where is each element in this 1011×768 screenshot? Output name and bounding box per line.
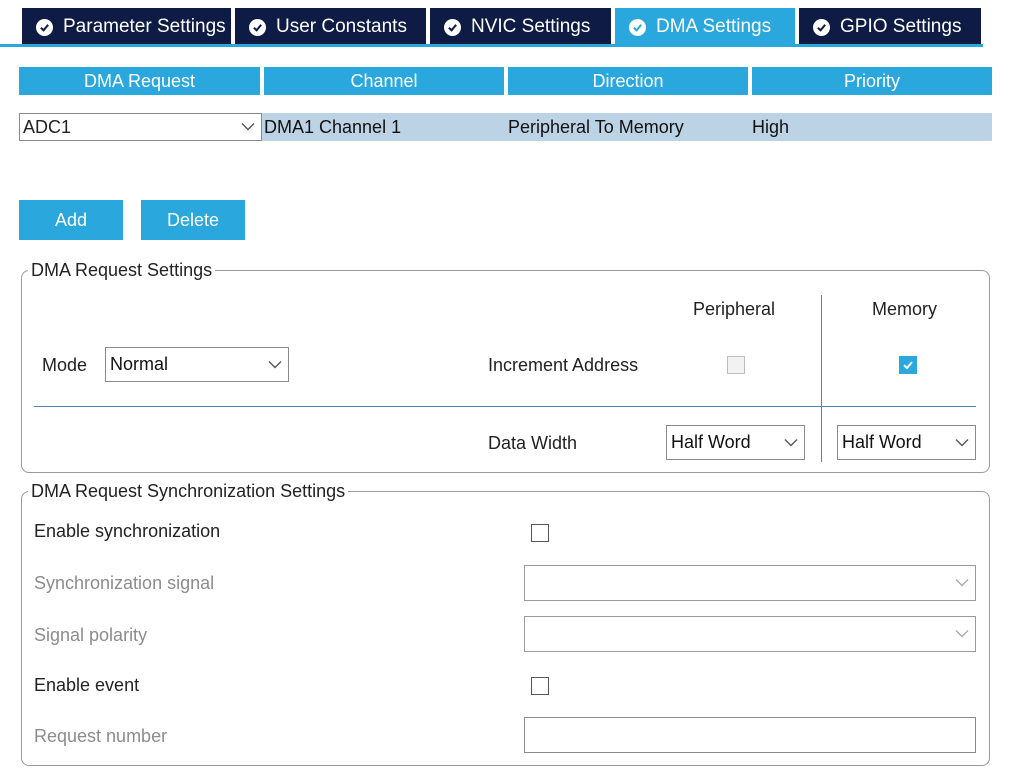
memory-data-width-dropdown[interactable]: Half Word [837,425,976,460]
check-circle-icon [444,18,461,36]
chevron-down-icon [955,579,969,587]
check-circle-icon [249,18,266,36]
memory-header: Memory [872,299,938,319]
enable-sync-checkbox[interactable] [531,524,549,542]
dma-request-settings-legend: DMA Request Settings [28,260,216,281]
tab-nvic-settings[interactable]: NVIC Settings [430,8,613,46]
peripheral-data-width-dropdown[interactable]: Half Word [666,425,805,460]
check-circle-icon [629,18,646,36]
enable-event-checkbox[interactable] [531,677,549,695]
chevron-down-icon [268,360,282,368]
table-row[interactable]: ADC1 DMA1 Channel 1 Peripheral To Memory… [19,113,992,141]
memory-data-width-value: Half Word [842,432,922,452]
column-header-priority[interactable]: Priority [752,67,992,95]
dma-sync-settings-legend: DMA Request Synchronization Settings [28,481,349,502]
chevron-down-icon [955,438,969,446]
add-button[interactable]: Add [19,200,123,240]
peripheral-data-width-value: Half Word [671,432,751,452]
request-number-input[interactable] [524,717,976,753]
column-header-channel[interactable]: Channel [264,67,504,95]
sync-signal-dropdown[interactable] [524,565,976,601]
tab-label: DMA Settings [656,16,772,37]
column-header-dma-request[interactable]: DMA Request [19,67,260,95]
peripheral-header: Peripheral [693,299,776,319]
tab-underline [0,44,983,47]
tab-user-constants[interactable]: User Constants [235,8,428,46]
tab-label: NVIC Settings [471,16,591,37]
check-circle-icon [813,18,830,36]
increment-address-label: Increment Address [488,355,639,375]
check-icon [903,361,913,370]
tab-parameter-settings[interactable]: Parameter Settings [22,8,233,46]
row-divider [34,406,976,407]
channel-cell: DMA1 Channel 1 [264,116,402,137]
delete-button[interactable]: Delete [141,200,245,240]
signal-polarity-label: Signal polarity [34,625,148,645]
data-width-label: Data Width [488,433,578,453]
enable-event-label: Enable event [34,675,140,695]
request-number-label: Request number [34,726,168,746]
mode-value: Normal [110,354,169,374]
peripheral-increment-checkbox[interactable] [727,356,745,374]
tab-bar: Parameter Settings User Constants NVIC S… [0,0,1011,46]
sync-signal-label: Synchronization signal [34,573,215,593]
column-divider [821,295,822,462]
chevron-down-icon [241,123,255,131]
tab-label: GPIO Settings [840,16,962,37]
tab-dma-settings[interactable]: DMA Settings [615,8,797,46]
check-circle-icon [36,18,53,36]
memory-increment-checkbox[interactable] [899,356,917,374]
chevron-down-icon [784,438,798,446]
signal-polarity-dropdown[interactable] [524,616,976,652]
chevron-down-icon [955,630,969,638]
column-header-direction[interactable]: Direction [508,67,748,95]
priority-cell: High [752,116,790,137]
tab-label: User Constants [276,16,407,37]
dma-request-value: ADC1 [23,116,72,137]
direction-cell: Peripheral To Memory [508,116,684,137]
dma-request-select[interactable]: ADC1 [19,113,262,141]
mode-label: Mode [42,355,88,375]
tab-label: Parameter Settings [63,16,226,37]
enable-sync-label: Enable synchronization [34,521,221,541]
dma-table-header: DMA Request Channel Direction Priority [19,67,992,95]
tab-gpio-settings[interactable]: GPIO Settings [799,8,983,46]
mode-dropdown[interactable]: Normal [105,347,289,382]
